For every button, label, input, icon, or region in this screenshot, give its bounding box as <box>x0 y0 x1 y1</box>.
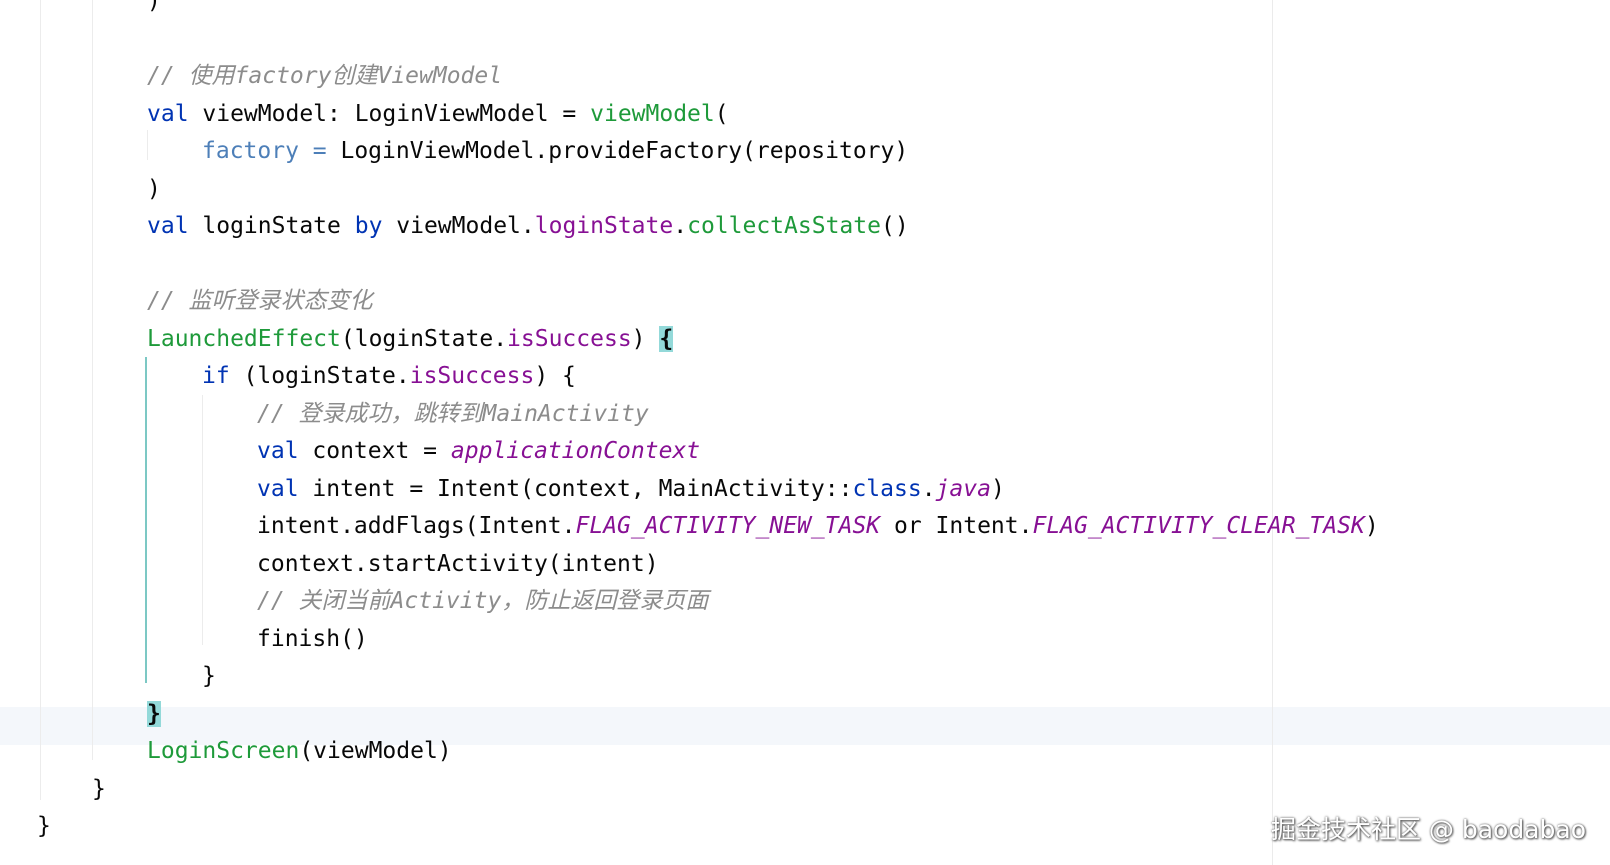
code-line[interactable]: context.startActivity(intent) <box>257 545 659 583</box>
code-token: or Intent. <box>880 513 1033 539</box>
code-token: = <box>298 138 341 164</box>
code-token: isSuccess <box>409 363 535 389</box>
code-token: // 登录成功，跳转到MainActivity <box>257 400 649 427</box>
code-line[interactable]: // 使用factory创建ViewModel <box>147 57 502 95</box>
code-token: ) <box>990 475 1005 502</box>
code-line[interactable]: intent.addFlags(Intent.FLAG_ACTIVITY_NEW… <box>257 507 1379 545</box>
code-token: finish() <box>257 625 368 652</box>
code-token: LaunchedEffect <box>147 325 341 352</box>
code-token: context.startActivity(intent) <box>257 550 659 577</box>
code-token: FLAG_ACTIVITY_CLEAR_TASK <box>1032 513 1365 539</box>
code-token: by <box>354 213 383 239</box>
code-token: (loginState. <box>340 325 508 352</box>
active-scope-guide <box>145 357 147 683</box>
code-token: // 监听登录状态变化 <box>147 288 373 314</box>
code-token: (loginState. <box>229 363 410 389</box>
code-line[interactable]: factory = LoginViewModel.provideFactory(… <box>202 132 908 170</box>
code-token: java <box>935 475 991 502</box>
code-line[interactable]: ) <box>147 170 161 208</box>
code-line[interactable]: // 登录成功，跳转到MainActivity <box>257 395 649 433</box>
code-line[interactable]: if (loginState.isSuccess) { <box>202 357 576 395</box>
code-token: . <box>921 475 936 502</box>
code-token: LoginViewModel.provideFactory(repository… <box>340 138 909 164</box>
code-token: } <box>147 700 161 727</box>
code-token: FLAG_ACTIVITY_NEW_TASK <box>575 513 881 539</box>
code-token: ) <box>1364 513 1379 539</box>
right-margin-guide <box>1272 0 1273 865</box>
code-token: // 使用factory创建ViewModel <box>147 63 503 89</box>
code-token: factory <box>202 138 299 164</box>
watermark: 掘金技术社区 @ baodabao <box>1270 815 1586 844</box>
code-token: ( <box>714 100 729 127</box>
code-token: } <box>92 775 106 802</box>
code-token: . <box>673 213 688 239</box>
code-line[interactable]: // 关闭当前Activity，防止返回登录页面 <box>257 582 708 620</box>
code-token: LoginScreen <box>147 738 300 764</box>
code-line[interactable]: val loginState by viewModel.loginState.c… <box>147 207 909 245</box>
code-token: ) <box>147 175 161 202</box>
code-token: // 关闭当前Activity，防止返回登录页面 <box>257 588 709 614</box>
indent-guide <box>40 0 41 800</box>
code-line[interactable]: } <box>37 807 51 845</box>
code-token: { <box>659 325 674 352</box>
code-token: ) { <box>534 363 576 389</box>
code-line[interactable]: } <box>202 657 216 695</box>
indent-guide <box>147 130 148 160</box>
code-token: applicationContext <box>450 438 701 464</box>
code-token: intent = Intent(context, MainActivity:: <box>298 475 853 502</box>
code-token: val <box>257 475 299 502</box>
code-token: val <box>257 438 299 464</box>
code-line[interactable]: LaunchedEffect(loginState.isSuccess) { <box>147 320 674 358</box>
code-token: val <box>147 213 189 239</box>
code-token: ) <box>631 325 660 352</box>
code-token: ) <box>147 0 161 14</box>
code-line[interactable]: } <box>92 770 106 808</box>
code-token: intent.addFlags(Intent. <box>257 513 576 539</box>
code-token: context = <box>298 438 451 464</box>
code-line[interactable]: val viewModel: LoginViewModel = viewMode… <box>147 95 729 133</box>
code-line[interactable]: ) <box>147 0 161 20</box>
code-token: () <box>880 213 909 239</box>
code-token: if <box>202 363 230 389</box>
code-token: class <box>852 475 922 502</box>
code-token: loginState <box>188 213 355 239</box>
code-line[interactable]: } <box>147 695 161 733</box>
code-token: viewModel: LoginViewModel = <box>188 100 591 127</box>
code-line[interactable]: val intent = Intent(context, MainActivit… <box>257 470 1005 508</box>
code-line[interactable]: LoginScreen(viewModel) <box>147 732 452 770</box>
code-token: (viewModel) <box>299 738 452 764</box>
code-token: viewModel. <box>382 213 535 239</box>
code-token: isSuccess <box>507 325 632 352</box>
code-token: collectAsState <box>687 213 881 239</box>
indent-guide <box>92 0 93 760</box>
code-token: } <box>202 663 216 689</box>
indent-guide <box>202 395 203 645</box>
code-editor[interactable]: ) // 使用factory创建ViewModel val viewModel: L… <box>0 0 1610 865</box>
code-token: val <box>147 100 189 127</box>
code-token: loginState <box>534 213 674 239</box>
code-token: } <box>37 813 51 839</box>
code-line[interactable]: // 监听登录状态变化 <box>147 282 373 320</box>
code-line[interactable]: finish() <box>257 620 368 658</box>
code-token: viewModel <box>590 100 715 127</box>
code-line[interactable]: val context = applicationContext <box>257 432 700 470</box>
